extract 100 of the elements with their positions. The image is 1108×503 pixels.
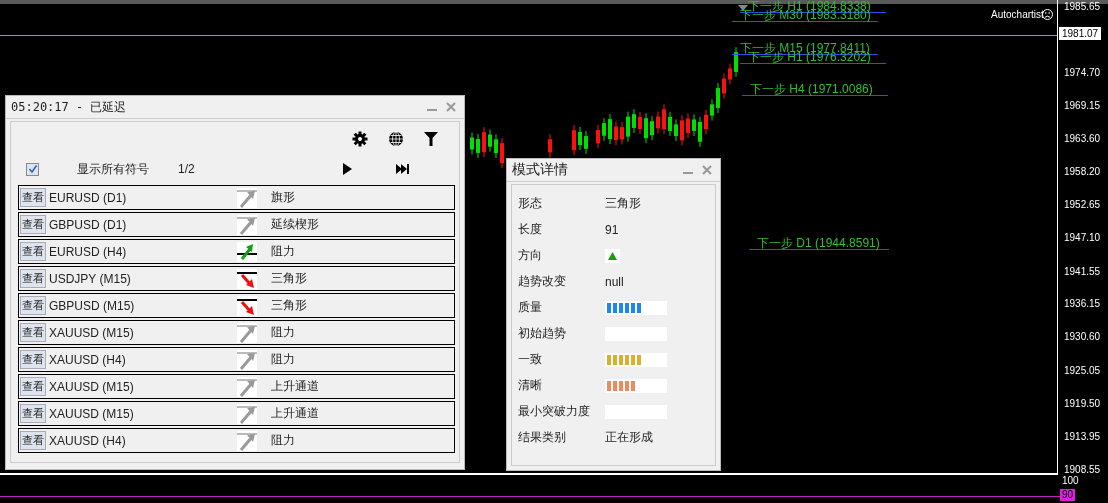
result-row[interactable]: 查看 EURUSD (H4) 阻力 <box>18 239 455 264</box>
result-row[interactable]: 查看 USDJPY (M15) 三角形 <box>18 266 455 291</box>
result-row[interactable]: 查看 EURUSD (D1) 旗形 <box>18 185 455 210</box>
candlestick <box>572 124 576 156</box>
field-value: 91 <box>605 222 619 237</box>
candlestick <box>608 113 612 145</box>
checkbox[interactable] <box>26 162 39 176</box>
symbol-label: EURUSD (D1) <box>49 190 128 205</box>
result-row[interactable]: 查看 XAUUSD (H4) 阻力 <box>18 347 455 372</box>
field-label: 形态 <box>518 195 543 212</box>
pattern-label: 阻力 <box>271 432 295 449</box>
field-label: 方向 <box>518 247 543 264</box>
price-tick: 1919.50 <box>1064 397 1101 410</box>
indicator-tick: 100 <box>1062 475 1079 487</box>
candlestick <box>638 111 642 135</box>
view-button[interactable]: 查看 <box>20 242 46 261</box>
symbol-label: XAUUSD (H4) <box>49 433 127 448</box>
price-tick: 1913.95 <box>1064 431 1101 444</box>
field-label: 初始趋势 <box>518 325 567 342</box>
candlestick <box>476 133 480 159</box>
candlestick <box>500 137 504 169</box>
globe-icon[interactable] <box>388 131 404 147</box>
brand-label: Autochartist <box>991 9 1044 20</box>
checkbox-label: 显示所有符号 <box>77 160 149 178</box>
view-button[interactable]: 查看 <box>20 377 46 396</box>
candlestick <box>674 118 678 142</box>
candlestick <box>596 124 600 149</box>
candlestick <box>632 108 636 134</box>
price-tick: 1952.65 <box>1064 199 1101 211</box>
candlestick <box>614 121 618 146</box>
pattern-label: 三角形 <box>271 297 307 314</box>
field-value: null <box>605 274 624 289</box>
price-tick: 1941.55 <box>1064 265 1101 278</box>
pattern-label: 阻力 <box>271 324 295 341</box>
field-label: 最小突破力度 <box>518 403 591 420</box>
forecast-label: 下一步 H4 (1971.0086) <box>750 83 873 95</box>
symbol-label: XAUUSD (H4) <box>49 352 127 367</box>
up-triangle-icon <box>605 248 620 263</box>
price-tick: 1930.60 <box>1064 331 1101 344</box>
field-label: 结果类别 <box>518 429 567 446</box>
play-icon[interactable] <box>341 163 352 175</box>
candlestick <box>584 130 588 155</box>
price-tick: 1963.60 <box>1064 133 1101 146</box>
symbol-label: GBPUSD (M15) <box>49 298 136 313</box>
candlestick <box>710 98 714 122</box>
price-tick: 1925.05 <box>1064 364 1101 377</box>
candlestick <box>602 117 606 142</box>
current-price-label: 1981.07 <box>1059 27 1102 41</box>
candlestick <box>698 116 702 148</box>
pattern-label: 三角形 <box>271 270 307 287</box>
field-label: 一致 <box>518 351 543 368</box>
price-tick: 1974.70 <box>1064 66 1101 79</box>
candlestick <box>548 133 552 158</box>
price-tick: 1958.20 <box>1064 165 1101 178</box>
price-tick: 1985.65 <box>1064 1 1101 13</box>
price-tick: 1969.15 <box>1064 100 1101 112</box>
settings-icon[interactable] <box>352 131 368 147</box>
result-row[interactable]: 查看 GBPUSD (D1) 延续楔形 <box>18 212 455 237</box>
candlestick <box>686 113 690 139</box>
pattern-label: 阻力 <box>271 243 295 260</box>
candlestick <box>734 46 738 78</box>
page-counter: 1/2 <box>178 162 195 176</box>
view-button[interactable]: 查看 <box>20 188 46 207</box>
skip-forward-icon[interactable] <box>395 163 409 175</box>
field-label: 长度 <box>518 221 543 238</box>
candlestick <box>656 110 660 134</box>
candlestick <box>704 109 708 135</box>
symbol-label: USDJPY (M15) <box>49 271 132 286</box>
frown-face-icon <box>1042 9 1053 20</box>
symbol-label: GBPUSD (D1) <box>49 217 128 232</box>
pattern-label: 阻力 <box>271 351 295 368</box>
view-button[interactable]: 查看 <box>20 323 46 342</box>
candlestick <box>578 126 582 151</box>
pattern-label: 上升通道 <box>271 378 319 395</box>
view-button[interactable]: 查看 <box>20 404 46 423</box>
result-row[interactable]: 查看 GBPUSD (M15) 三角形 <box>18 293 455 318</box>
filter-icon[interactable] <box>424 132 438 146</box>
candlestick <box>650 115 654 141</box>
view-button[interactable]: 查看 <box>20 431 46 450</box>
result-row[interactable]: 查看 XAUUSD (M15) 阻力 <box>18 320 455 345</box>
candlestick <box>680 114 684 146</box>
symbol-label: XAUUSD (M15) <box>49 325 135 340</box>
view-button[interactable]: 查看 <box>20 350 46 369</box>
result-row[interactable]: 查看 XAUUSD (H4) 阻力 <box>18 428 455 453</box>
result-row[interactable]: 查看 XAUUSD (M15) 上升通道 <box>18 401 455 426</box>
candlestick <box>728 63 732 85</box>
panel-title: 05:20:17 - 已延迟 <box>11 98 128 116</box>
forecast-label: 下一步 D1 (1944.8591) <box>757 237 880 249</box>
view-button[interactable]: 查看 <box>20 215 46 234</box>
price-tick: 1936.15 <box>1064 298 1101 310</box>
field-value: 三角形 <box>605 195 641 212</box>
result-row[interactable]: 查看 XAUUSD (M15) 上升通道 <box>18 374 455 399</box>
pattern-label: 延续楔形 <box>271 216 319 233</box>
view-button[interactable]: 查看 <box>20 296 46 315</box>
pattern-label: 上升通道 <box>271 405 319 422</box>
indicator-value: 90 <box>1060 489 1076 501</box>
symbol-label: XAUUSD (M15) <box>49 379 135 394</box>
view-button[interactable]: 查看 <box>20 269 46 288</box>
price-tick: 1908.55 <box>1064 463 1101 476</box>
field-label: 清晰 <box>518 377 543 394</box>
